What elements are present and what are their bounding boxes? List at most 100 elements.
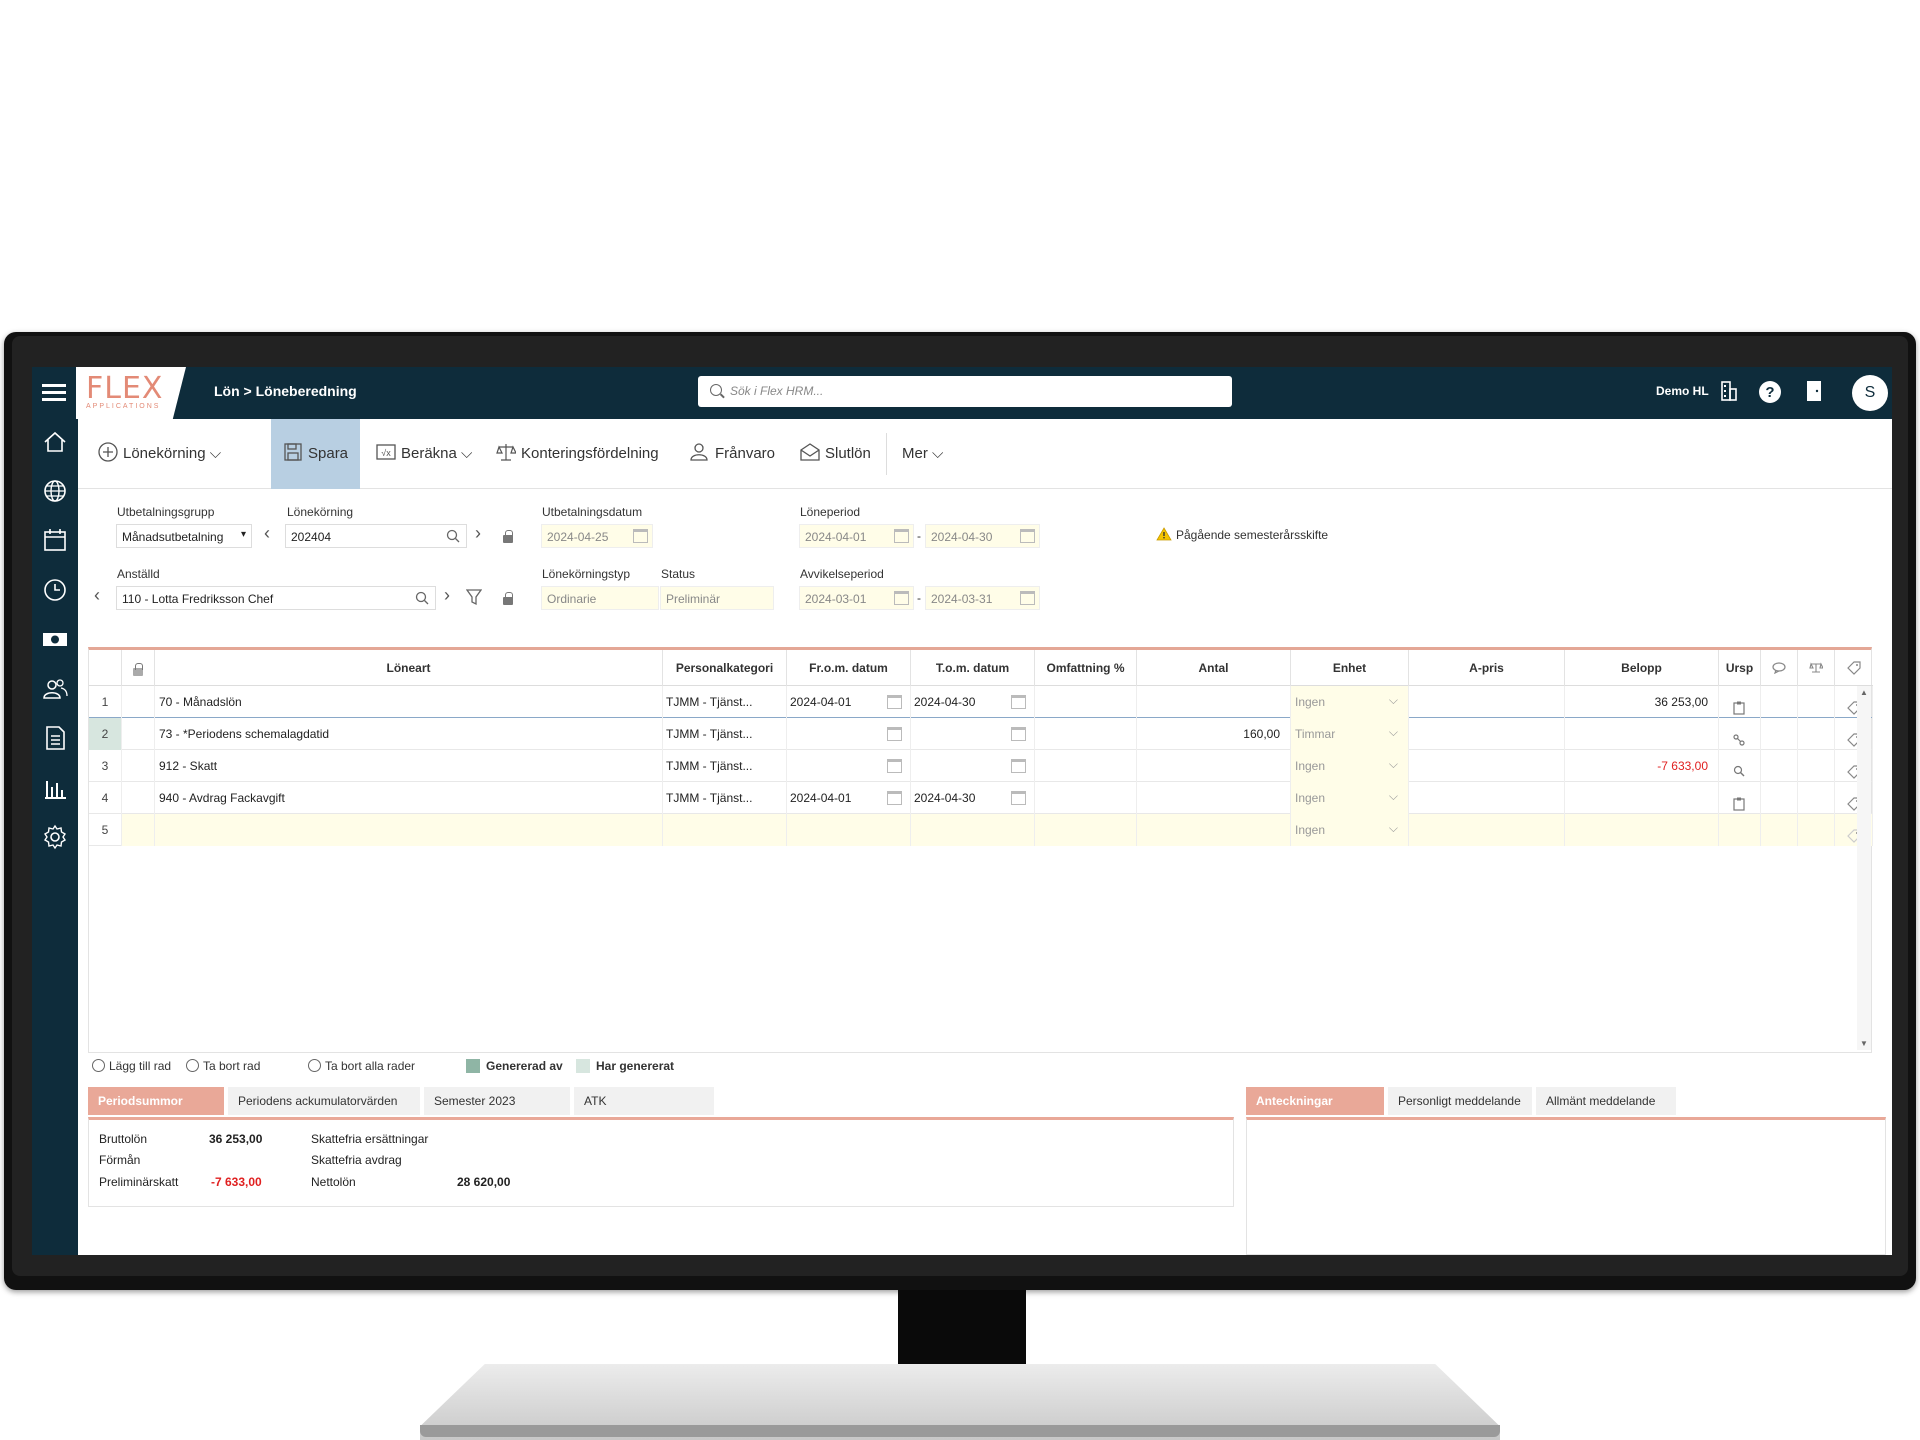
header-belopp[interactable]: Belopp: [1565, 650, 1719, 686]
tab-anteckningar[interactable]: Anteckningar: [1246, 1087, 1384, 1115]
cell-ursp[interactable]: [1719, 718, 1761, 750]
search-icon[interactable]: [415, 591, 429, 605]
people-icon[interactable]: [42, 676, 68, 702]
cell-distribution[interactable]: [1798, 718, 1835, 750]
cell-ursp[interactable]: [1719, 782, 1761, 814]
cell-belopp[interactable]: [1565, 782, 1719, 814]
cell-omfattning[interactable]: [1035, 718, 1137, 750]
user-name[interactable]: Demo HL: [1656, 384, 1709, 398]
tab-allmant-meddelande[interactable]: Allmänt meddelande: [1536, 1087, 1676, 1115]
cell-from[interactable]: [787, 814, 911, 846]
table-row[interactable]: 4 940 - Avdrag Fackavgift TJMM - Tjänst...…: [89, 782, 1873, 814]
clipboard-icon[interactable]: [1733, 695, 1745, 715]
berakna-menu-button[interactable]: √x Beräkna ⌵: [376, 419, 472, 489]
cell-comment[interactable]: [1761, 782, 1798, 814]
header-enhet[interactable]: Enhet: [1291, 650, 1409, 686]
anstalld-input[interactable]: 110 - Lotta Fredriksson Chef: [116, 586, 436, 610]
cell-enhet[interactable]: Ingen ⌵: [1291, 686, 1409, 718]
calendar-icon[interactable]: [1011, 759, 1026, 773]
cell-belopp[interactable]: [1565, 814, 1719, 846]
cell-loneart[interactable]: [155, 814, 663, 846]
lonekorning-menu-button[interactable]: Lönekörning ⌵: [98, 419, 221, 489]
cell-antal[interactable]: [1137, 814, 1291, 846]
cell-comment[interactable]: [1761, 686, 1798, 718]
lock-icon[interactable]: [503, 592, 513, 605]
search-gear-icon[interactable]: [1733, 759, 1745, 777]
cell-apris[interactable]: [1409, 782, 1565, 814]
franvaro-button[interactable]: Frånvaro: [690, 419, 775, 489]
cell-personalkategori[interactable]: TJMM - Tjänst...: [663, 686, 787, 718]
tab-periodens-ackumulatorvarden[interactable]: Periodens ackumulatorvärden: [228, 1087, 420, 1115]
tab-periodsummor[interactable]: Periodsummor: [88, 1087, 224, 1115]
settings-gear-icon[interactable]: [42, 824, 68, 850]
cell-from[interactable]: [787, 718, 911, 750]
previous-employee-chevron-icon[interactable]: ‹: [94, 585, 100, 606]
cell-distribution[interactable]: [1798, 686, 1835, 718]
breadcrumb[interactable]: Lön > Löneberedning: [214, 383, 357, 399]
cell-antal[interactable]: [1137, 686, 1291, 718]
cell-ursp[interactable]: [1719, 814, 1761, 846]
konteringsfordelning-button[interactable]: Konteringsfördelning: [496, 419, 659, 489]
bar-chart-icon[interactable]: [42, 775, 68, 801]
header-antal[interactable]: Antal: [1137, 650, 1291, 686]
header-apris[interactable]: A-pris: [1409, 650, 1565, 686]
scroll-down-icon[interactable]: ▼: [1860, 1039, 1868, 1048]
cell-tom[interactable]: 2024-04-30: [911, 686, 1035, 718]
payroll-money-icon[interactable]: [42, 626, 68, 652]
clipboard-icon[interactable]: [1733, 791, 1745, 811]
lock-icon[interactable]: [503, 530, 513, 543]
header-tom-date[interactable]: T.o.m. datum: [911, 650, 1035, 686]
cell-belopp[interactable]: 36 253,00: [1565, 686, 1719, 718]
cell-tom[interactable]: [911, 750, 1035, 782]
header-omfattning[interactable]: Omfattning %: [1035, 650, 1137, 686]
calendar-icon[interactable]: [1011, 791, 1026, 805]
cell-distribution[interactable]: [1798, 782, 1835, 814]
cell-from[interactable]: 2024-04-01: [787, 782, 911, 814]
header-from-date[interactable]: Fr.o.m. datum: [787, 650, 911, 686]
avatar[interactable]: S: [1852, 375, 1888, 411]
tab-semester-2023[interactable]: Semester 2023: [424, 1087, 570, 1115]
home-icon[interactable]: [42, 429, 68, 455]
save-button[interactable]: Spara: [271, 419, 361, 489]
cell-antal[interactable]: [1137, 782, 1291, 814]
document-icon[interactable]: [42, 725, 68, 751]
calendar-icon[interactable]: [887, 695, 902, 709]
cell-from[interactable]: [787, 750, 911, 782]
help-icon[interactable]: ?: [1758, 380, 1782, 404]
cell-loneart[interactable]: 70 - Månadslön: [155, 686, 663, 718]
cell-personalkategori[interactable]: TJMM - Tjänst...: [663, 750, 787, 782]
cell-antal[interactable]: [1137, 750, 1291, 782]
cell-personalkategori[interactable]: TJMM - Tjänst...: [663, 782, 787, 814]
cell-apris[interactable]: [1409, 718, 1565, 750]
cell-personalkategori[interactable]: TJMM - Tjänst...: [663, 718, 787, 750]
slutlon-button[interactable]: Slutlön: [800, 419, 871, 489]
cell-loneart[interactable]: 912 - Skatt: [155, 750, 663, 782]
link-icon[interactable]: [1733, 727, 1745, 746]
cell-antal[interactable]: 160,00: [1137, 718, 1291, 750]
calendar-icon[interactable]: [887, 727, 902, 741]
grid-scrollbar[interactable]: ▲ ▼: [1857, 686, 1871, 1050]
filter-icon[interactable]: [466, 588, 482, 606]
utbetalningsgrupp-select[interactable]: Månadsutbetalning ▾: [116, 524, 252, 548]
scroll-up-icon[interactable]: ▲: [1860, 688, 1868, 697]
calendar-icon[interactable]: [42, 527, 68, 553]
cell-personalkategori[interactable]: [663, 814, 787, 846]
tab-personligt-meddelande[interactable]: Personligt meddelande: [1388, 1087, 1532, 1115]
remove-row-button[interactable]: Ta bort rad: [186, 1059, 260, 1073]
search-input[interactable]: Sök i Flex HRM...: [698, 376, 1232, 407]
next-lonekorning-chevron-icon[interactable]: ›: [475, 523, 481, 544]
cell-tom[interactable]: 2024-04-30: [911, 782, 1035, 814]
cell-omfattning[interactable]: [1035, 750, 1137, 782]
cell-from[interactable]: 2024-04-01: [787, 686, 911, 718]
add-row-button[interactable]: Lägg till rad: [92, 1059, 171, 1073]
remove-all-rows-button[interactable]: Ta bort alla rader: [308, 1059, 415, 1073]
header-loneart[interactable]: Löneart: [155, 650, 663, 686]
cell-belopp[interactable]: -7 633,00: [1565, 750, 1719, 782]
hamburger-menu-icon[interactable]: [42, 381, 66, 403]
cell-apris[interactable]: [1409, 814, 1565, 846]
cell-omfattning[interactable]: [1035, 782, 1137, 814]
tab-atk[interactable]: ATK: [574, 1087, 714, 1115]
cell-tom[interactable]: [911, 814, 1035, 846]
cell-comment[interactable]: [1761, 750, 1798, 782]
header-personalkategori[interactable]: Personalkategori: [663, 650, 787, 686]
